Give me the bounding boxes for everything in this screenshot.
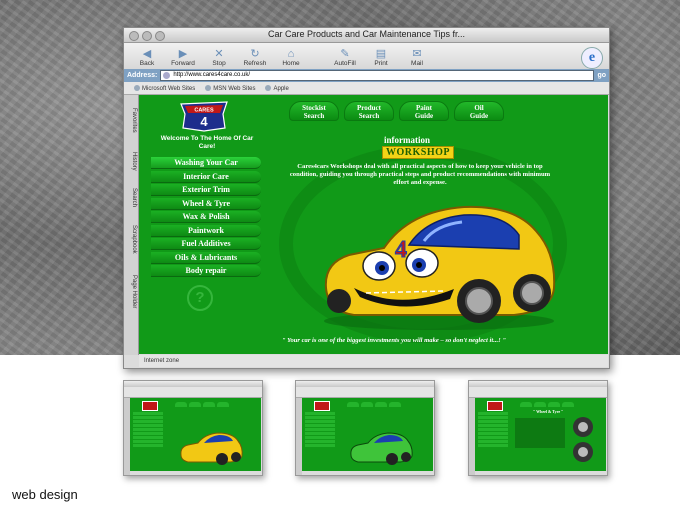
toolbar-button-mail[interactable]: ✉ Mail <box>402 48 432 69</box>
address-input[interactable]: http://www.cares4care.co.uk/ <box>160 70 595 81</box>
toolbar-button-stop[interactable]: ✕ Stop <box>204 48 234 69</box>
address-bar: Address: http://www.cares4care.co.uk/ go <box>124 69 609 82</box>
toolbar-button-label: Print <box>374 60 388 67</box>
menu-item-oils-lubricants[interactable]: Oils & Lubricants <box>151 251 261 264</box>
menu-item-washing-your-car[interactable]: Washing Your Car <box>151 157 261 169</box>
welcome-text: Welcome To The Home Of Car Care! <box>160 135 254 150</box>
svg-text:CARES: CARES <box>194 108 214 114</box>
information-heading: information <box>384 135 430 145</box>
menu-item-body-repair[interactable]: Body repair <box>151 265 261 277</box>
toolbar-button-label: Back <box>139 60 155 67</box>
menu-item-paintwork[interactable]: Paintwork <box>151 224 261 237</box>
toolbar-button-refresh[interactable]: ↻ Refresh <box>240 48 270 69</box>
side-tab-page-holder[interactable]: Page Holder <box>125 267 137 317</box>
cartoon-car-illustration: 4 <box>324 205 556 330</box>
favorite-link-apple[interactable]: Apple <box>265 85 288 92</box>
favorites-bar: Microsoft Web Sites MSN Web Sites Apple <box>124 82 609 95</box>
menu-item-exterior-trim[interactable]: Exterior Trim <box>151 184 261 196</box>
print-icon: ▤ <box>375 48 387 60</box>
go-button[interactable]: go <box>597 72 606 79</box>
nav-tab-line1: Product <box>357 104 381 112</box>
help-question-icon[interactable]: ? <box>187 285 213 311</box>
workshop-heading: WORKSHOP <box>382 146 455 159</box>
nav-tab-line2: Search <box>358 112 380 120</box>
refresh-icon: ↻ <box>250 48 260 60</box>
side-tab-search[interactable]: Search <box>125 183 137 213</box>
favorite-link-msn[interactable]: MSN Web Sites <box>205 85 255 92</box>
menu-item-wheel-tyre[interactable]: Wheel & Tyre <box>151 197 261 210</box>
menu-item-interior-care[interactable]: Interior Care <box>151 170 261 183</box>
favorite-link-microsoft[interactable]: Microsoft Web Sites <box>134 85 195 92</box>
nav-tab-line2: Guide <box>414 112 434 120</box>
nav-tab-paint-guide[interactable]: Paint Guide <box>399 101 449 121</box>
nav-tab-line2: Search <box>303 112 325 120</box>
forward-arrow-icon: ▶ <box>178 48 188 60</box>
nav-tab-line1: Paint <box>416 104 432 112</box>
thumbnail-yellow-car <box>123 380 263 476</box>
svg-text:4: 4 <box>200 114 208 129</box>
browser-window: Car Care Products and Car Maintenance Ti… <box>123 27 610 369</box>
toolbar-button-print[interactable]: ▤ Print <box>366 48 396 69</box>
nav-tab-stockist-search[interactable]: Stockist Search <box>289 101 339 121</box>
thumb-car-green <box>350 432 413 465</box>
window-titlebar[interactable]: Car Care Products and Car Maintenance Ti… <box>124 28 609 43</box>
toolbar-button-home[interactable]: ⌂ Home <box>276 48 306 69</box>
nav-tab-oil-guide[interactable]: Oil Guide <box>454 101 504 121</box>
address-label: Address: <box>127 72 158 79</box>
toolbar-button-back[interactable]: ◀ Back <box>132 48 162 69</box>
cares4care-logo[interactable]: CARES 4 <box>179 100 229 132</box>
browser-toolbar: ◀ Back ▶ Forward ✕ Stop ↻ Refresh ⌂ Home ✎ AutoFill… <box>124 43 609 69</box>
side-tab-scrapbook[interactable]: Scrapbook <box>125 217 137 261</box>
top-nav-tabs: Stockist Search Product Search Paint Guide Oil… <box>289 101 504 121</box>
category-menu: Washing Your Car Interior Care Exterior Tr… <box>151 157 261 279</box>
workshop-description: Cares4cars Workshops deal with all pract… <box>289 163 551 186</box>
thumbnail-green-car <box>295 380 435 476</box>
thumb-car-yellow <box>180 432 243 465</box>
status-bar: Internet zone <box>139 355 608 367</box>
side-tab-history[interactable]: History <box>125 145 137 177</box>
slide-caption: web design <box>12 487 78 502</box>
nav-tab-line1: Stockist <box>302 104 326 112</box>
home-icon: ⌂ <box>287 48 295 60</box>
explorer-side-tabs: Favorites History Search Scrapbook Page … <box>124 95 139 355</box>
ie-logo-icon: e <box>581 47 603 69</box>
toolbar-button-label: Stop <box>212 60 226 67</box>
thumbnail-wheel-tyre: " Wheel & Tyre " <box>468 380 608 476</box>
thumb-wheel-images <box>573 417 593 462</box>
back-arrow-icon: ◀ <box>142 48 152 60</box>
window-title: Car Care Products and Car Maintenance Ti… <box>267 29 466 39</box>
toolbar-button-label: Forward <box>171 60 195 67</box>
toolbar-button-label: Refresh <box>243 60 267 67</box>
tagline-text: " Your car is one of the biggest investm… <box>281 337 507 344</box>
autofill-icon: ✎ <box>340 48 350 60</box>
stop-icon: ✕ <box>214 48 224 60</box>
thumb-wheel-tyre-heading: " Wheel & Tyre " <box>533 409 564 414</box>
car-number-4: 4 <box>395 237 407 263</box>
web-page-content: CARES 4 Welcome To The Home Of Car Care!… <box>139 95 608 354</box>
toolbar-button-autofill[interactable]: ✎ AutoFill <box>330 48 360 69</box>
toolbar-button-label: Home <box>282 60 300 67</box>
thumb-text-block <box>515 418 565 448</box>
toolbar-button-label: Mail <box>411 60 423 67</box>
menu-item-fuel-additives[interactable]: Fuel Additives <box>151 238 261 250</box>
mail-icon: ✉ <box>412 48 422 60</box>
side-tab-favorites[interactable]: Favorites <box>125 101 137 139</box>
nav-tab-line1: Oil <box>474 104 484 112</box>
toolbar-button-label: AutoFill <box>334 60 356 67</box>
nav-tab-product-search[interactable]: Product Search <box>344 101 394 121</box>
nav-tab-line2: Guide <box>469 112 489 120</box>
toolbar-button-forward[interactable]: ▶ Forward <box>168 48 198 69</box>
menu-item-wax-polish[interactable]: Wax & Polish <box>151 211 261 223</box>
